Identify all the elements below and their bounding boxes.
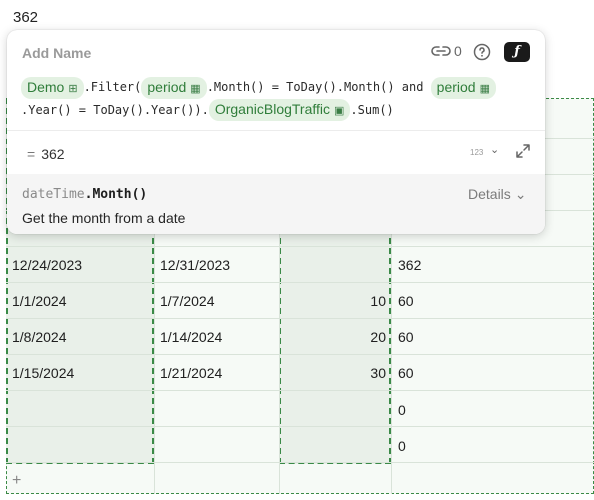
formula-result: = 362 [27, 146, 65, 162]
links-count: 0 [454, 43, 462, 59]
table-cell-start[interactable]: 12/24/2023 [12, 256, 82, 274]
chip-label: Demo [27, 78, 65, 95]
row-divider [6, 282, 594, 283]
result-value: 362 [41, 146, 65, 162]
table-cell-end[interactable]: 1/21/2024 [160, 364, 222, 382]
table-cell-start[interactable]: 1/15/2024 [12, 364, 74, 382]
table-icon: ⊞ [68, 82, 78, 95]
table-reference-chip[interactable]: Demo ⊞ [21, 76, 84, 99]
number-column-icon: ▣ [334, 105, 345, 117]
function-description: Get the month from a date [22, 210, 186, 226]
signature-function: .Month() [84, 187, 148, 202]
table-cell-end[interactable]: 12/31/2023 [160, 256, 230, 274]
row-divider [6, 354, 594, 355]
column-reference-chip[interactable]: period ▦ [141, 76, 207, 99]
table-cell-start[interactable]: 1/1/2024 [12, 292, 67, 310]
name-input[interactable]: Add Name [22, 45, 91, 61]
add-row-button[interactable]: + [12, 472, 21, 490]
function-documentation: dateTime.Month() Details ⌄ Get the month… [7, 174, 545, 234]
details-dropdown[interactable]: Details ⌄ [468, 186, 526, 203]
calendar-icon: ▦ [190, 82, 201, 95]
table-cell-number[interactable]: 30 [279, 364, 386, 382]
links-button[interactable]: 0 [431, 43, 462, 59]
table-cell-total[interactable]: 0 [398, 437, 406, 455]
column-reference-chip[interactable]: period ▦ [430, 76, 496, 99]
table-cell-total[interactable]: 60 [398, 292, 414, 310]
chip-label: OrganicBlogTraffic [214, 101, 331, 117]
formula-text: .Filter( [83, 80, 142, 94]
table-cell-total[interactable]: 60 [398, 364, 414, 382]
formula-cell-value[interactable]: 362 [13, 9, 38, 26]
column-reference-chip[interactable]: OrganicBlogTraffic ▣ [208, 99, 351, 121]
details-label: Details [468, 186, 511, 202]
row-divider [6, 318, 594, 319]
divider [7, 130, 545, 131]
chevron-down-icon[interactable]: ⌄ [490, 143, 499, 156]
row-divider [6, 426, 594, 427]
table-cell-total[interactable]: 0 [398, 401, 406, 419]
function-signature: dateTime.Month() [22, 187, 147, 202]
table-cell-start[interactable]: 1/8/2024 [12, 328, 67, 346]
signature-type: dateTime [22, 187, 85, 202]
chevron-down-icon: ⌄ [514, 186, 527, 202]
formula-editor[interactable]: Demo ⊞ .Filter(period ▦ .Month() = ToDay().M… [21, 76, 531, 121]
formula-text: .Month() = ToDay().Month() and [206, 80, 431, 94]
table-cell-number[interactable]: 20 [279, 328, 386, 346]
row-divider [6, 246, 594, 247]
expand-icon[interactable] [515, 143, 531, 164]
formula-text: .Sum() [350, 102, 394, 117]
result-type-label: 123 [470, 148, 484, 157]
formula-editor-popover: Add Name 0 ƒ Demo ⊞ .Filter(period ▦ .Month(… [7, 30, 545, 234]
table-cell-end[interactable]: 1/14/2024 [160, 328, 222, 346]
formula-text: .Year() = ToDay().Year()). [21, 102, 209, 117]
chip-label: period [436, 78, 476, 95]
table-cell-end[interactable]: 1/7/2024 [160, 292, 215, 310]
row-divider [6, 462, 594, 463]
calendar-icon: ▦ [479, 82, 490, 95]
table-cell-total[interactable]: 362 [398, 256, 421, 274]
table-cell-total[interactable]: 60 [398, 328, 414, 346]
equals-sign: = [27, 146, 36, 162]
row-divider [6, 390, 594, 391]
table-cell-number[interactable]: 10 [279, 292, 386, 310]
link-icon [431, 46, 451, 56]
chip-label: period [147, 78, 187, 95]
help-icon[interactable] [473, 43, 491, 66]
formula-fx-button[interactable]: ƒ [504, 42, 530, 62]
